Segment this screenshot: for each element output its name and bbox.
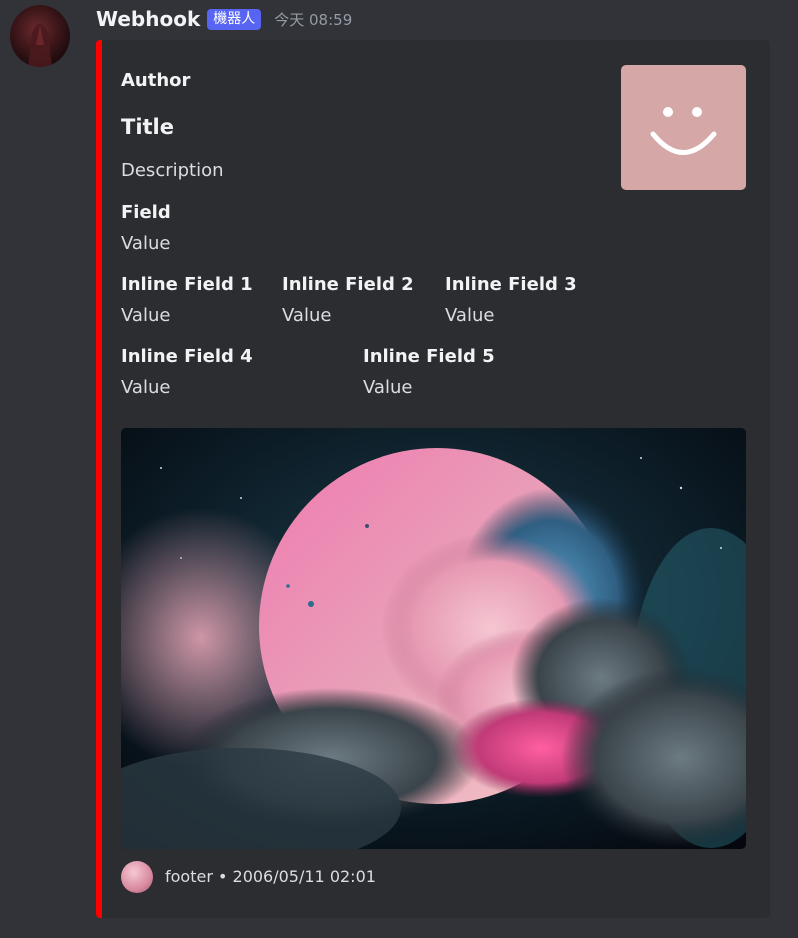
embed-field: Field Value	[121, 201, 171, 256]
embed-inline-field: Inline Field 3 Value	[445, 273, 577, 328]
embed-author: Author	[121, 70, 191, 91]
field-name: Inline Field 4	[121, 346, 253, 367]
field-name: Field	[121, 202, 171, 223]
field-name: Inline Field 2	[282, 274, 414, 295]
field-value: Value	[445, 305, 495, 326]
embed-inline-field: Inline Field 1 Value	[121, 273, 253, 328]
embed-inline-field: Inline Field 2 Value	[282, 273, 414, 328]
field-name: Inline Field 1	[121, 274, 253, 295]
field-name: Inline Field 3	[445, 274, 577, 295]
embed-description: Description	[121, 160, 224, 181]
field-value: Value	[121, 233, 171, 254]
message-timestamp: 今天 08:59	[274, 10, 353, 29]
footer-text: footer • 2006/05/11 02:01	[165, 867, 376, 886]
smiley-face-icon	[650, 107, 717, 155]
bot-badge: 機器人	[207, 8, 262, 30]
field-value: Value	[121, 377, 171, 398]
embed-thumbnail[interactable]	[621, 65, 746, 190]
embed-inline-field: Inline Field 5 Value	[363, 345, 495, 400]
embed-card: Author Title Description Field Value Inl…	[96, 40, 770, 918]
footer-avatar-icon	[121, 860, 153, 893]
embed-inline-field: Inline Field 4 Value	[121, 345, 253, 400]
field-name: Inline Field 5	[363, 346, 495, 367]
field-value: Value	[282, 305, 332, 326]
user-avatar[interactable]	[10, 5, 70, 67]
message-header: Webhook 機器人 今天 08:59	[96, 5, 352, 33]
embed-color-bar	[96, 40, 102, 918]
username[interactable]: Webhook	[96, 7, 200, 31]
field-value: Value	[363, 377, 413, 398]
field-value: Value	[121, 305, 171, 326]
embed-image[interactable]	[121, 428, 746, 849]
embed-title: Title	[121, 115, 175, 139]
embed-footer: footer • 2006/05/11 02:01	[121, 860, 376, 893]
